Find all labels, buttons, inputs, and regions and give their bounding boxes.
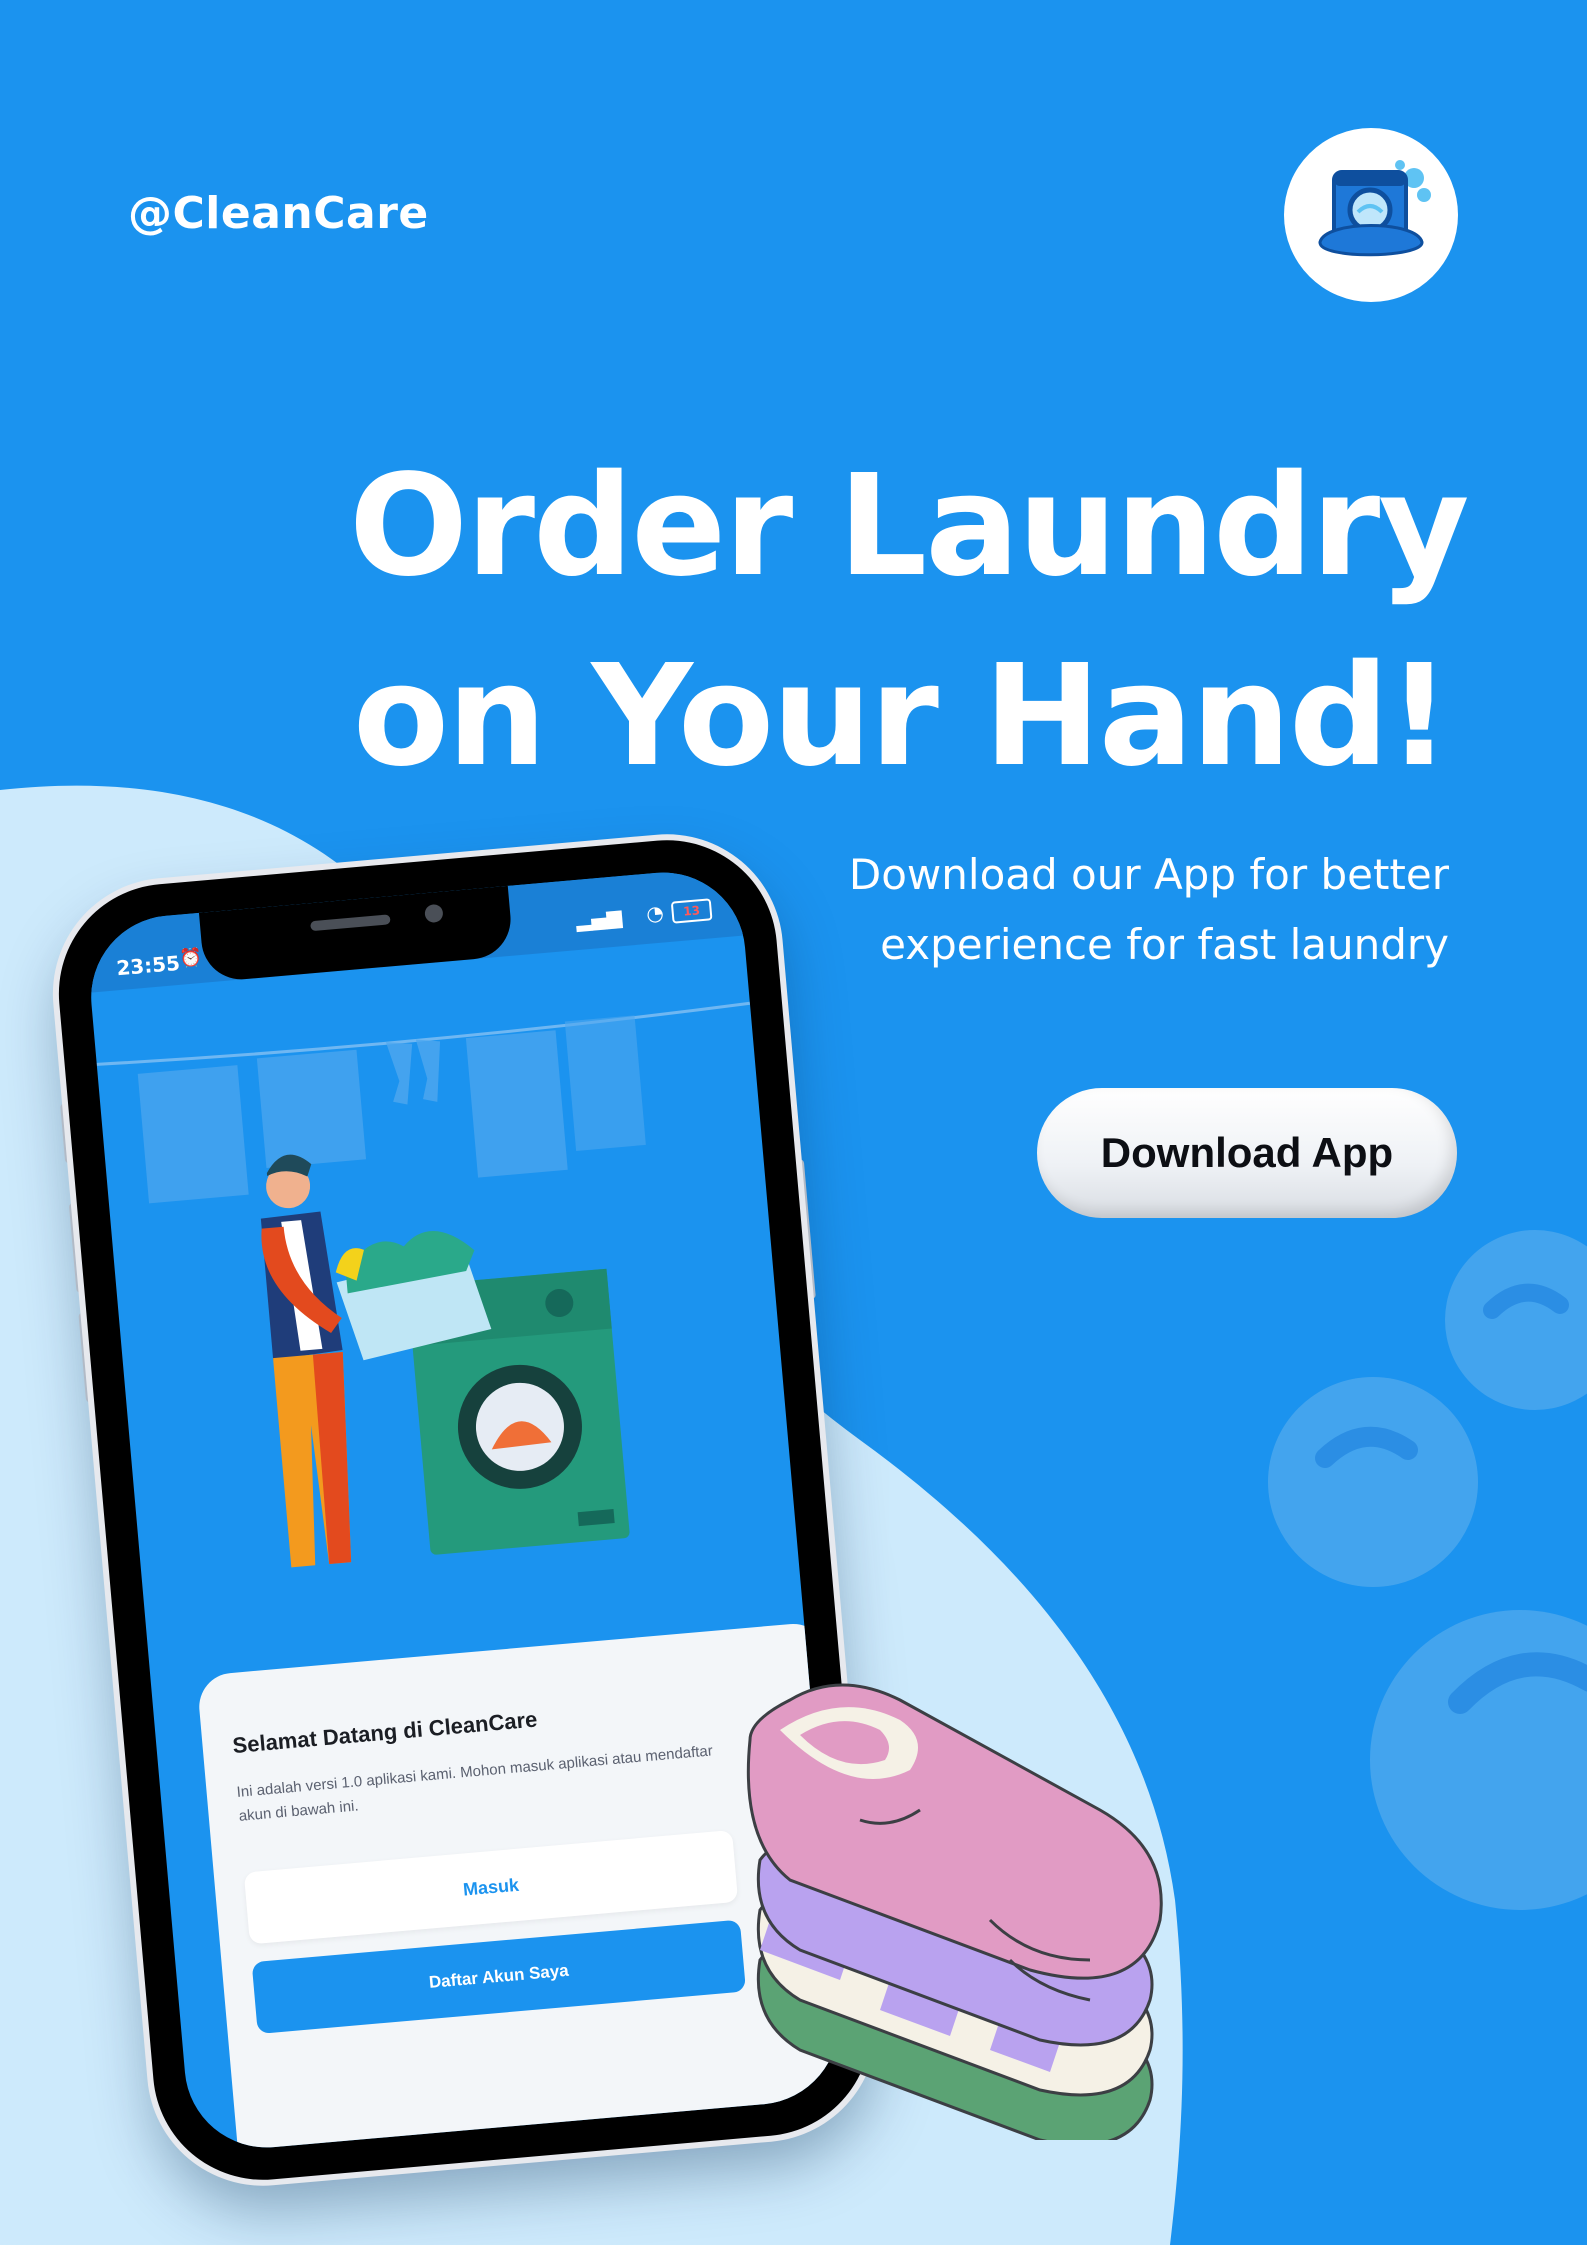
smile-bubble-icon	[1268, 1377, 1478, 1587]
alarm-icon: ⏰	[178, 946, 204, 970]
signal-icon: ▂▄▆	[574, 904, 623, 933]
status-time: 23:55	[115, 950, 181, 981]
headline-line-2: on Your Hand!	[352, 635, 1451, 798]
wifi-icon: ◔	[645, 900, 665, 926]
smile-bubble-icon	[1445, 1230, 1587, 1410]
smile-bubble-icon	[1370, 1610, 1587, 1910]
phone-screen: 23:55 ⏰ ◎ ▂▄▆ ◔ 13	[84, 865, 846, 2155]
poster: @CleanCare Order Laundry on Your Hand! D…	[0, 0, 1587, 2245]
battery-icon: 13	[670, 898, 713, 924]
phone-camera	[424, 903, 444, 924]
laundry-illustration	[96, 1001, 751, 1568]
phone-speaker	[310, 914, 391, 932]
folded-clothes-illustration	[746, 1683, 1163, 2140]
welcome-title: Selamat Datang di CleanCare	[231, 1706, 539, 1759]
headline: Order Laundry on Your Hand!	[349, 432, 1470, 812]
brand-handle: @CleanCare	[128, 188, 429, 239]
download-app-button[interactable]: Download App	[1037, 1088, 1457, 1218]
brand-logo	[1284, 128, 1458, 302]
headline-line-1: Order Laundry	[349, 445, 1470, 608]
washing-machine-logo-icon	[1318, 160, 1431, 257]
